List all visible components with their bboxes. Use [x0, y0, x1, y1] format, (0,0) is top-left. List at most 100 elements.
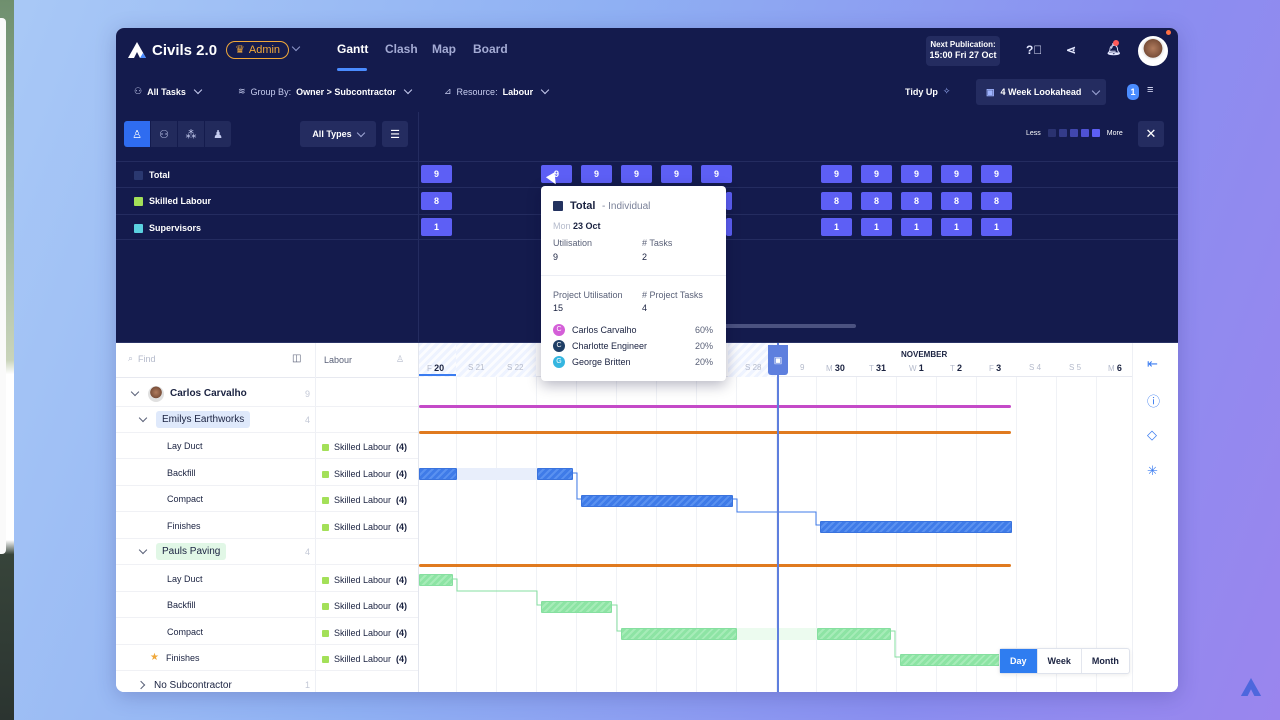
chevron-down-icon[interactable] — [291, 42, 301, 52]
utilisation-cell[interactable]: 1 — [821, 218, 852, 236]
legend-swatch — [1080, 129, 1089, 137]
utilisation-cell[interactable] — [726, 218, 732, 236]
task-bar[interactable] — [581, 495, 733, 507]
group-row[interactable]: Pauls Paving 4 — [116, 539, 418, 565]
columns-icon[interactable]: ◫ — [292, 353, 301, 364]
view-group-button[interactable]: ⚇ — [151, 121, 177, 147]
utilisation-cell[interactable]: 1 — [861, 218, 892, 236]
chevron-down-icon — [193, 85, 203, 95]
owner-summary-bar[interactable] — [419, 405, 1011, 408]
filter-icon[interactable]: ≡ — [1147, 84, 1153, 96]
utilisation-cell[interactable]: 9 — [621, 165, 652, 183]
horizontal-scrollbar[interactable] — [714, 324, 856, 328]
owner-avatar — [148, 385, 164, 402]
find-field[interactable]: ⌕ Find — [128, 353, 156, 364]
task-bar[interactable] — [541, 601, 612, 613]
critical-path-icon[interactable]: ✳ — [1147, 463, 1158, 479]
day-button[interactable]: Day — [1000, 649, 1037, 673]
group-by-value: Owner > Subcontractor — [296, 86, 396, 97]
person-lines-icon[interactable]: ♙ — [396, 354, 404, 365]
today-marker[interactable]: ▣ — [768, 345, 788, 375]
utilisation-cell[interactable]: 8 — [861, 192, 892, 210]
user-avatar[interactable] — [1138, 36, 1168, 66]
utilisation-cell[interactable] — [726, 192, 732, 210]
skilled-labour-swatch — [322, 602, 329, 610]
view-hierarchy-button[interactable]: ⁂ — [178, 121, 204, 147]
group-count: 1 — [305, 680, 311, 690]
share-icon[interactable]: ⋖ — [1066, 43, 1076, 57]
owner-row[interactable]: Carlos Carvalho 9 — [116, 381, 418, 407]
hierarchy-icon: ⁂ — [185, 128, 197, 141]
utilisation-cell[interactable]: 9 — [581, 165, 612, 183]
utilisation-cell[interactable]: 1 — [941, 218, 972, 236]
utilisation-cell[interactable]: 8 — [421, 192, 452, 210]
utilisation-cell[interactable]: 9 — [701, 165, 732, 183]
utilisation-cell[interactable]: 8 — [981, 192, 1012, 210]
skilled-labour-swatch — [322, 655, 329, 663]
task-bar[interactable] — [621, 628, 737, 640]
labour-cell: Skilled Labour (4) — [322, 522, 407, 532]
settings-sliders-button[interactable]: ☰ — [382, 121, 408, 147]
utilisation-cell[interactable]: 9 — [821, 165, 852, 183]
utilisation-cell[interactable]: 1 — [981, 218, 1012, 236]
utilisation-cell[interactable]: 9 — [941, 165, 972, 183]
task-bar[interactable] — [419, 468, 457, 480]
chevron-right-icon[interactable] — [136, 680, 146, 690]
diamond-icon[interactable]: ◇ — [1147, 427, 1157, 443]
view-person-button[interactable]: ♙ — [124, 121, 150, 147]
all-tasks-filter[interactable]: ⚇ All Tasks — [134, 85, 203, 97]
utilisation-cell[interactable]: 9 — [861, 165, 892, 183]
collapse-left-icon[interactable]: ⇤ — [1147, 356, 1158, 372]
tab-board[interactable]: Board — [473, 42, 508, 56]
utilisation-cell[interactable]: 9 — [421, 165, 452, 183]
info-icon[interactable]: ⓘ — [1147, 391, 1160, 410]
resource-prefix: Resource: — [456, 86, 498, 97]
header-divider — [116, 377, 418, 378]
task-bar[interactable] — [537, 468, 573, 480]
role-label: Admin — [248, 44, 281, 56]
tab-gantt[interactable]: Gantt — [337, 42, 368, 56]
help-icon[interactable]: ?⃝ — [1026, 43, 1042, 57]
resource-filter[interactable]: ⊿ Resource: Labour — [444, 85, 550, 97]
task-bar[interactable] — [419, 574, 453, 586]
chevron-down-icon[interactable] — [130, 387, 140, 397]
tidy-up-button[interactable]: Tidy Up ✧ — [905, 86, 950, 97]
group-by-filter[interactable]: ≋ Group By: Owner > Subcontractor — [238, 85, 413, 97]
skilled-labour-swatch — [322, 443, 329, 451]
person-name: Charlotte Engineer — [572, 341, 648, 351]
project-tasks-label: # Project Tasks — [642, 290, 703, 300]
utilisation-cell[interactable]: 9 — [901, 165, 932, 183]
utilisation-cell[interactable]: 8 — [901, 192, 932, 210]
utilisation-cell[interactable]: 9 — [661, 165, 692, 183]
group-row[interactable]: Emilys Earthworks 4 — [116, 407, 418, 433]
next-publication[interactable]: Next Publication: 15:00 Fri 27 Oct — [926, 36, 1000, 66]
utilisation-cell[interactable]: 1 — [421, 218, 452, 236]
group-row[interactable]: No Subcontractor 1 — [116, 672, 418, 692]
lookahead-select[interactable]: ▣ 4 Week Lookahead — [976, 79, 1106, 105]
status-dot — [1166, 30, 1171, 35]
utilisation-cell[interactable]: 8 — [941, 192, 972, 210]
chevron-down-icon[interactable] — [138, 545, 148, 555]
utilisation-cell[interactable]: 9 — [981, 165, 1012, 183]
utilisation-cell[interactable]: 1 — [901, 218, 932, 236]
role-badge[interactable]: ♛ Admin — [226, 41, 290, 59]
task-bar[interactable] — [820, 521, 1012, 533]
chevron-down-icon[interactable] — [138, 413, 148, 423]
person-avatar: G — [553, 356, 565, 368]
task-bar[interactable] — [817, 628, 891, 640]
utilisation-cell[interactable]: 8 — [821, 192, 852, 210]
task-bar[interactable] — [900, 654, 1000, 666]
all-types-select[interactable]: All Types — [300, 121, 376, 147]
day-label: M 6 — [1108, 363, 1122, 373]
group-summary-bar[interactable] — [419, 431, 1011, 434]
task-name: Lay Duct — [167, 440, 203, 451]
view-user-button[interactable]: ♟ — [205, 121, 231, 147]
labour-qty: (4) — [396, 575, 408, 585]
tab-clash[interactable]: Clash — [385, 42, 418, 56]
week-button[interactable]: Week — [1036, 649, 1081, 673]
tab-map[interactable]: Map — [432, 42, 456, 56]
tasks-value: 2 — [642, 252, 648, 262]
close-panel-button[interactable]: ✕ — [1138, 121, 1164, 147]
chevron-down-icon — [540, 85, 550, 95]
month-button[interactable]: Month — [1080, 649, 1129, 673]
